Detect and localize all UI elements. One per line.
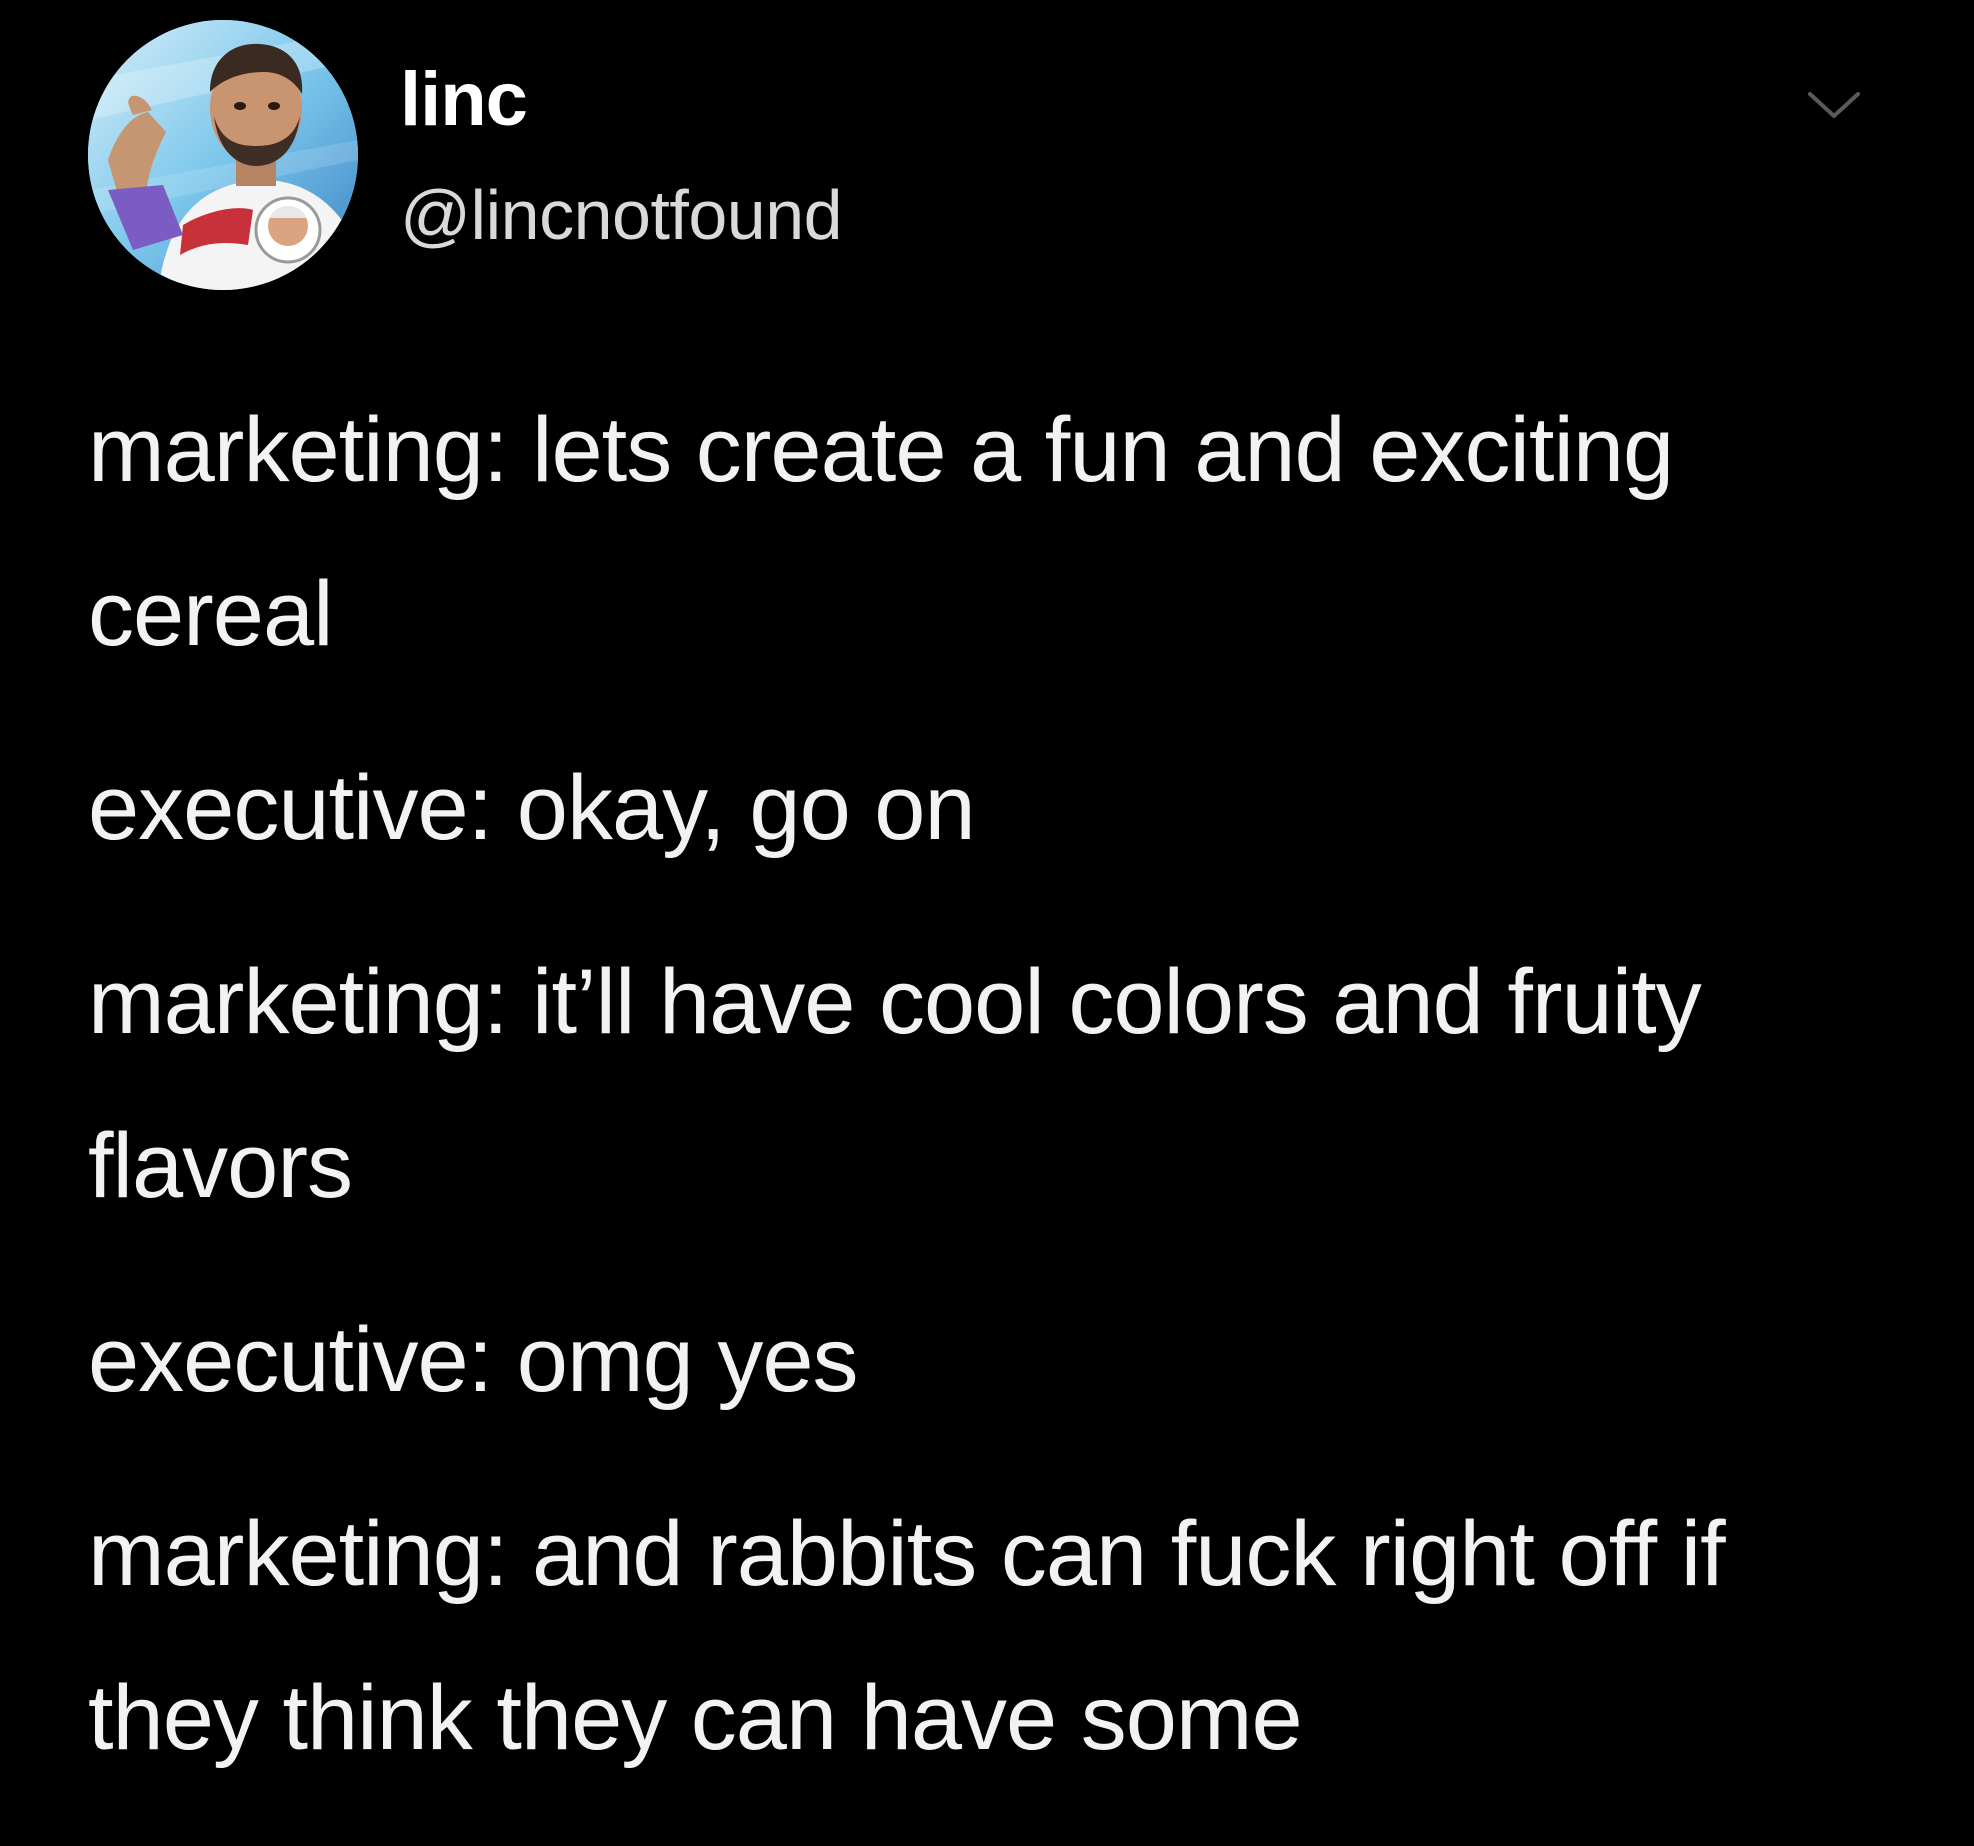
tweet-header: linc @lincnotfound — [88, 20, 1908, 290]
tweet-paragraph: executive: omg yes — [88, 1309, 858, 1411]
avatar[interactable] — [88, 20, 358, 290]
tweet-paragraph: marketing: it’ll have cool colors and fr… — [88, 951, 1702, 1217]
tweet-paragraph: marketing: lets create a fun and excitin… — [88, 399, 1674, 665]
profile-photo-icon — [88, 20, 358, 290]
tweet-text: marketing: lets create a fun and excitin… — [88, 368, 1888, 1830]
display-name[interactable]: linc — [400, 62, 842, 138]
chevron-down-icon[interactable] — [1804, 86, 1864, 126]
tweet-paragraph: marketing: and rabbits can fuck right of… — [88, 1503, 1726, 1769]
user-names: linc @lincnotfound — [400, 62, 843, 251]
tweet-card: linc @lincnotfound marketing: lets creat… — [0, 0, 1974, 1846]
user-handle[interactable]: @lincnotfound — [400, 180, 843, 250]
tweet-paragraph: executive: okay, go on — [88, 757, 976, 859]
